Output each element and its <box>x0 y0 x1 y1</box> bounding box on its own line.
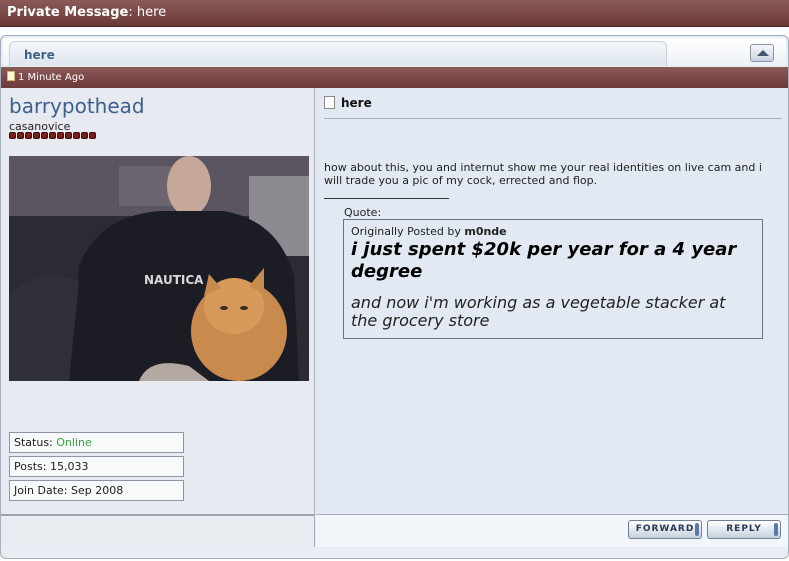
quote-attribution: Originally Posted by m0nde <box>351 225 755 238</box>
quote-line-2: and now i'm working as a vegetable stack… <box>351 293 726 330</box>
message-column: here how about this, you and internut sh… <box>316 88 788 514</box>
collapse-button[interactable] <box>750 44 774 62</box>
status-value: Online <box>56 436 92 449</box>
post-date: 1 Minute Ago <box>18 72 85 83</box>
message-body: how about this, you and internut show me… <box>324 161 762 187</box>
window-title-rest: : here <box>128 5 167 20</box>
document-icon <box>7 71 15 81</box>
quote-box: Originally Posted by m0nde i just spent … <box>343 219 763 339</box>
window-title-bar: Private Message: here <box>0 0 789 27</box>
rep-pip <box>89 132 96 139</box>
rep-pip <box>73 132 80 139</box>
rep-pip <box>57 132 64 139</box>
rep-pip <box>65 132 72 139</box>
quote-line-1: i just spent $20k per year for a 4 year … <box>351 239 737 282</box>
svg-text:NAUTICA: NAUTICA <box>144 273 204 287</box>
quote-label: Quote: <box>344 206 382 219</box>
rep-pip <box>81 132 88 139</box>
tab-here[interactable]: here <box>9 41 667 66</box>
message-panel: here 1 Minute Ago barrypothead casanovic… <box>0 35 789 559</box>
rep-pip <box>49 132 56 139</box>
rep-pip <box>9 132 16 139</box>
user-join-date: Join Date: Sep 2008 <box>9 480 184 501</box>
user-info-column: barrypothead casanovice NAUTICA Status: … <box>1 88 315 538</box>
rep-pip <box>33 132 40 139</box>
signature-divider <box>324 198 449 199</box>
message-title-row: here <box>324 96 372 110</box>
tab-bar: here <box>3 38 786 66</box>
reply-button[interactable]: REPLY <box>707 520 781 539</box>
user-footer <box>1 514 315 547</box>
rep-pip <box>17 132 24 139</box>
reputation-bar <box>9 132 96 140</box>
page-icon <box>324 96 335 109</box>
message-footer: FORWARD REPLY <box>316 514 788 547</box>
rep-pip <box>25 132 32 139</box>
forward-button[interactable]: FORWARD <box>628 520 702 539</box>
quote-author: m0nde <box>464 225 507 238</box>
message-title: here <box>341 96 372 110</box>
title-divider <box>324 118 782 119</box>
user-avatar-photo[interactable]: NAUTICA <box>9 156 309 381</box>
username-link[interactable]: barrypothead <box>9 94 145 118</box>
status-label: Status: <box>14 436 57 449</box>
post-date-bar: 1 Minute Ago <box>1 67 788 88</box>
window-title-bold: Private Message <box>7 5 129 20</box>
user-status: Status: Online <box>9 432 184 453</box>
user-posts: Posts: 15,033 <box>9 456 184 477</box>
quote-by-prefix: Originally Posted by <box>351 225 465 238</box>
avatar-image: NAUTICA <box>9 156 309 381</box>
rep-pip <box>41 132 48 139</box>
